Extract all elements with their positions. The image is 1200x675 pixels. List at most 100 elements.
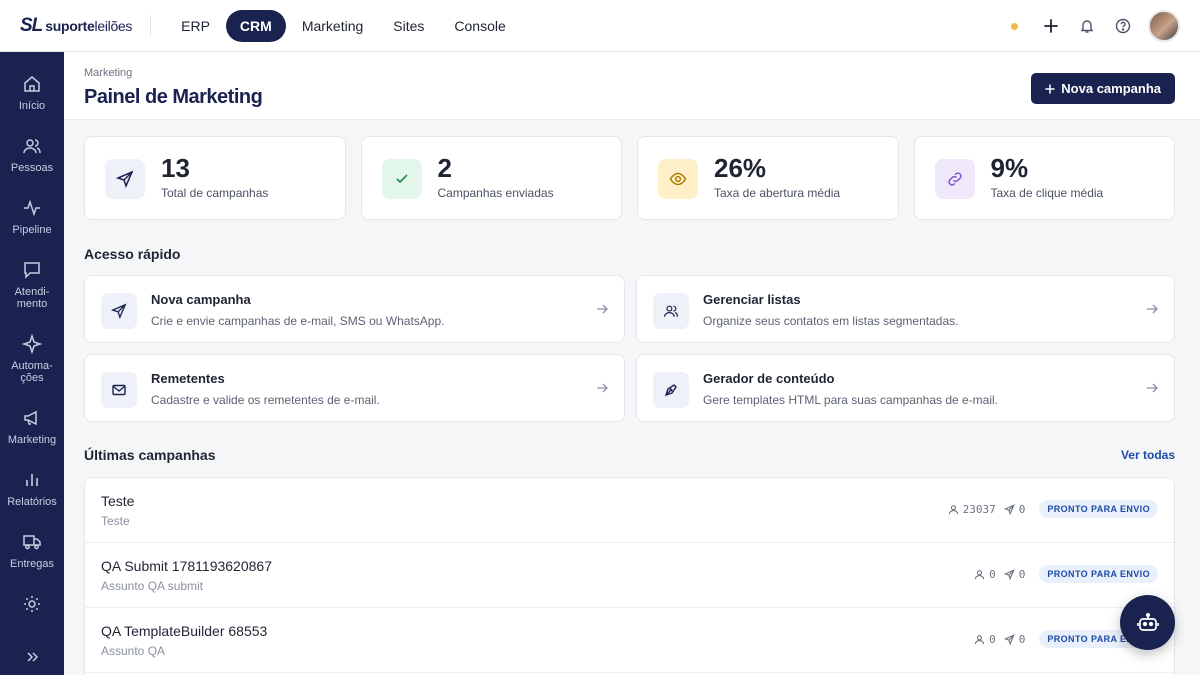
sidebar-item-label: Relatórios — [7, 496, 57, 508]
sent-value: 0 — [1018, 567, 1026, 581]
quick-card-gerador-conteudo[interactable]: Gerador de conteúdo Gere templates HTML … — [636, 354, 1175, 422]
arrow-right-icon — [596, 381, 608, 399]
quick-card-title: Gerenciar listas — [703, 292, 801, 307]
nav-sites[interactable]: Sites — [379, 10, 438, 42]
quick-card-remetentes[interactable]: Remetentes Cadastre e valide os remetent… — [84, 354, 625, 422]
page-title: Painel de Marketing — [84, 86, 263, 108]
sidebar-item-pessoas[interactable]: Pessoas — [0, 136, 64, 174]
main-content: Marketing Painel de Marketing Nova campa… — [64, 52, 1200, 675]
nav-marketing[interactable]: Marketing — [288, 10, 377, 42]
sidebar-item-entregas[interactable]: Entregas — [0, 532, 64, 570]
campaign-list: Teste Teste 23037 0 PRONTO PARA ENVIO QA… — [84, 477, 1175, 675]
sidebar-item-relatorios[interactable]: Relatórios — [0, 470, 64, 508]
arrow-right-icon — [1146, 302, 1158, 320]
quick-card-gerenciar-listas[interactable]: Gerenciar listas Organize seus contatos … — [636, 275, 1175, 343]
sidebar-item-inicio[interactable]: Início — [0, 74, 64, 112]
link-icon — [934, 159, 975, 199]
see-all-link[interactable]: Ver todas — [1121, 448, 1175, 462]
sidebar: Início Pessoas Pipeline Atendi- mento Au… — [0, 52, 64, 675]
top-nav: ERP CRM Marketing Sites Console — [167, 9, 520, 42]
nav-crm[interactable]: CRM — [225, 9, 286, 42]
quick-card-title: Remetentes — [151, 371, 225, 386]
user-icon — [948, 504, 958, 514]
recipients-value: 23037 — [962, 502, 996, 516]
sidebar-item-atendimento[interactable]: Atendi- mento — [0, 260, 64, 310]
arrow-right-icon — [596, 302, 608, 320]
latest-campaigns-title: Últimas campanhas — [84, 447, 216, 463]
sent-value: 0 — [1018, 502, 1026, 516]
campaign-subject: Assunto QA — [101, 644, 166, 658]
recipients-count: 0 — [974, 568, 996, 581]
quick-card-nova-campanha[interactable]: Nova campanha Crie e envie campanhas de … — [84, 275, 625, 343]
campaign-row[interactable]: QA Submit 1781193620867 Assunto QA submi… — [85, 543, 1174, 608]
recipients-count: 23037 — [948, 503, 996, 516]
logo-name-light: leilões — [94, 17, 133, 34]
stat-card-open-rate: 26% Taxa de abertura média — [637, 136, 899, 220]
campaign-row[interactable]: QA TemplateBuilder 68553 Assunto QA 0 0 … — [85, 608, 1174, 673]
nav-erp[interactable]: ERP — [167, 10, 224, 42]
sidebar-item-label: Atendi- mento — [14, 286, 50, 310]
breadcrumb[interactable]: Marketing — [84, 67, 132, 79]
send-icon — [105, 159, 145, 199]
send-icon — [1003, 503, 1015, 515]
top-actions — [1011, 10, 1180, 42]
users-icon — [653, 293, 689, 329]
user-icon — [974, 569, 985, 579]
chat-icon — [24, 262, 40, 279]
status-badge: PRONTO PARA ENVIO — [1039, 500, 1158, 518]
nav-console[interactable]: Console — [440, 10, 519, 42]
user-avatar[interactable] — [1148, 10, 1180, 42]
sparkle-icon — [22, 334, 42, 354]
campaign-meta: 0 0 PRONTO PARA ENVIO — [974, 565, 1158, 583]
sidebar-item-marketing[interactable]: Marketing — [0, 408, 64, 446]
quick-card-desc: Cadastre e valide os remetentes de e-mai… — [151, 393, 380, 407]
brand-logo[interactable]: SL suporte leilões — [20, 14, 152, 37]
sidebar-item-label: Pessoas — [10, 162, 54, 174]
stat-value: 26% — [714, 153, 767, 183]
stat-value: 2 — [437, 153, 452, 183]
assistant-bot-button[interactable] — [1120, 595, 1175, 650]
quick-card-title: Nova campanha — [151, 292, 251, 307]
stat-label: Total de campanhas — [161, 186, 269, 200]
user-icon — [974, 634, 985, 644]
quick-access-grid: Nova campanha Crie e envie campanhas de … — [84, 275, 1175, 422]
campaign-subject: Assunto QA submit — [101, 579, 204, 593]
sent-count: 0 — [1003, 567, 1026, 581]
check-icon — [381, 159, 422, 199]
sent-value: 0 — [1018, 632, 1026, 646]
add-icon[interactable] — [1040, 15, 1062, 37]
stat-label: Taxa de abertura média — [714, 186, 841, 200]
users-icon — [23, 139, 41, 154]
stat-card-click-rate: 9% Taxa de clique média — [913, 136, 1175, 220]
page-header: Marketing Painel de Marketing Nova campa… — [64, 52, 1200, 120]
send-icon — [1003, 568, 1015, 580]
sidebar-item-label: Marketing — [7, 434, 57, 446]
sidebar-item-label: Entregas — [9, 558, 55, 570]
sidebar-item-label: Início — [18, 100, 46, 112]
sidebar-item-settings[interactable] — [0, 594, 64, 620]
new-campaign-button[interactable]: Nova campanha — [1031, 73, 1175, 104]
help-icon[interactable] — [1112, 15, 1134, 37]
stat-value: 13 — [161, 153, 190, 183]
pen-icon — [653, 372, 689, 408]
campaign-subject: Teste — [101, 514, 130, 528]
sidebar-item-label: Automa- ções — [11, 360, 53, 384]
quick-card-title: Gerador de conteúdo — [703, 371, 835, 386]
status-dot — [1011, 22, 1018, 30]
sidebar-item-automacoes[interactable]: Automa- ções — [0, 334, 64, 384]
sent-count: 0 — [1003, 632, 1026, 646]
top-bar: SL suporte leilões ERP CRM Marketing Sit… — [0, 0, 1200, 52]
campaign-name: QA Submit 1781193620867 — [101, 558, 272, 574]
truck-icon — [23, 535, 41, 550]
campaign-row[interactable]: Teste Teste 23037 0 PRONTO PARA ENVIO — [85, 478, 1174, 543]
robot-icon — [1136, 612, 1159, 631]
plus-icon — [1045, 83, 1056, 94]
status-badge: PRONTO PARA ENVIO — [1039, 565, 1158, 583]
recipients-value: 0 — [989, 567, 996, 581]
campaign-meta: 23037 0 PRONTO PARA ENVIO — [948, 500, 1158, 518]
sidebar-item-pipeline[interactable]: Pipeline — [0, 198, 64, 236]
quick-card-desc: Gere templates HTML para suas campanhas … — [703, 393, 999, 407]
quick-access-title: Acesso rápido — [84, 246, 181, 262]
bell-icon[interactable] — [1076, 15, 1098, 37]
sidebar-expand-button[interactable] — [0, 649, 64, 665]
